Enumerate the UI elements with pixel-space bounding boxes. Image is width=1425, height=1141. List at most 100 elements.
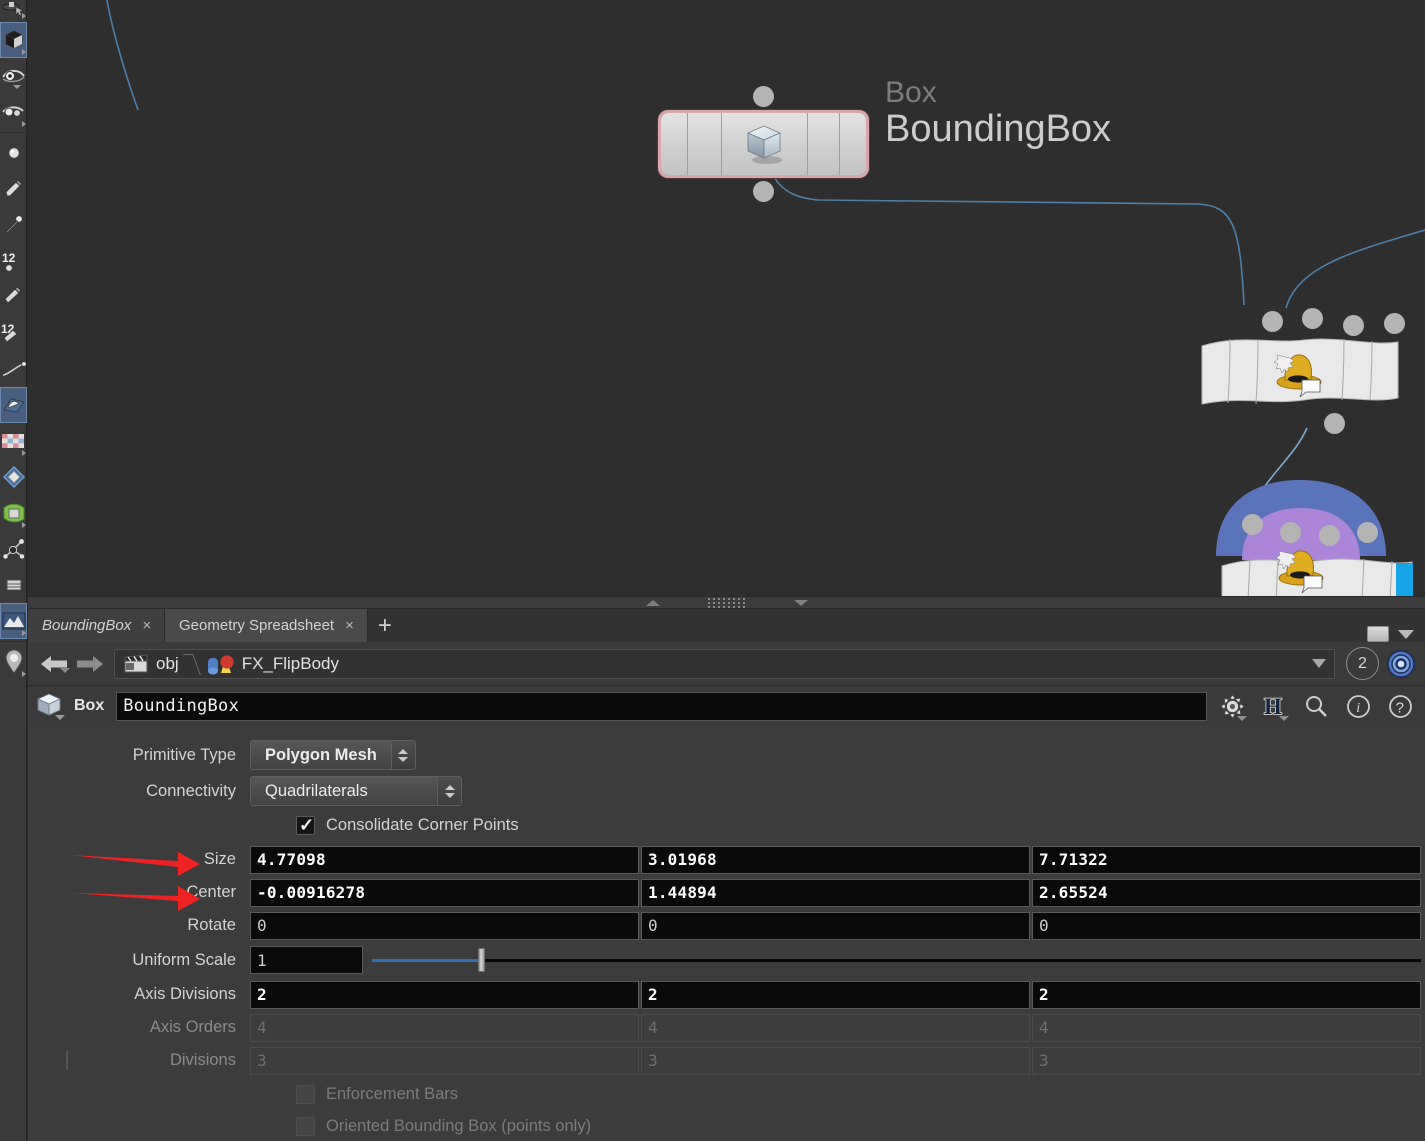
splitter-grip[interactable] <box>707 597 746 608</box>
shelf-tool-terrain[interactable] <box>0 603 27 639</box>
node-input-connector[interactable] <box>753 86 774 107</box>
shelf-tool-stack[interactable] <box>0 567 27 603</box>
add-tab-button[interactable]: + <box>368 609 402 642</box>
axis-orders-z-input: 4 <box>1032 1013 1421 1042</box>
node-input-connector[interactable] <box>1280 522 1301 543</box>
node-input-connector[interactable] <box>1343 315 1364 336</box>
wrangle-hat-icon <box>1274 542 1328 594</box>
uniform-scale-slider[interactable] <box>372 947 1421 973</box>
splitter-collapse-up-icon[interactable] <box>645 599 660 606</box>
connectivity-dropdown[interactable]: Quadrilaterals <box>250 776 462 806</box>
shelf-tool-number-12b[interactable]: 12 <box>0 315 27 351</box>
shelf-tool-view[interactable] <box>0 58 27 94</box>
shelf-tool-point[interactable] <box>0 135 27 171</box>
rotate-y-input[interactable]: 0 <box>641 911 1030 940</box>
size-z-input[interactable]: 7.71322 <box>1032 845 1421 874</box>
divisions-toggle[interactable] <box>66 1050 84 1070</box>
node-input-connector[interactable] <box>1262 311 1283 332</box>
axis-divisions-x-input[interactable]: 2 <box>250 980 639 1009</box>
pane-controls <box>1367 626 1425 642</box>
node-input-connector[interactable] <box>1357 522 1378 543</box>
info-icon[interactable]: i <box>1341 690 1375 722</box>
shelf-tool-geometry[interactable] <box>0 22 27 58</box>
param-row-connectivity: Connectivity Quadrilaterals <box>28 774 1425 808</box>
shelf-tool-select[interactable] <box>0 0 27 22</box>
close-icon[interactable]: × <box>142 617 151 634</box>
shelf-tool-particles[interactable] <box>0 531 27 567</box>
param-label: Oriented Bounding Box (points only) <box>326 1116 592 1135</box>
shelf-tool-view-alt[interactable] <box>0 94 27 130</box>
chevron-right-icon <box>22 671 26 677</box>
param-row-size: Size 4.77098 3.01968 7.71322 <box>28 844 1425 875</box>
gear-icon[interactable] <box>1215 690 1249 722</box>
maximize-pane-icon[interactable] <box>1367 626 1389 642</box>
node-input-connector[interactable] <box>1384 313 1405 334</box>
axis-orders-fields: 4 4 4 <box>250 1013 1425 1042</box>
axis-divisions-z-input[interactable]: 2 <box>1032 980 1421 1009</box>
wrangle-hat-icon <box>1272 346 1326 398</box>
clapperboard-icon <box>124 653 148 672</box>
box-cube-icon <box>36 692 66 720</box>
tab-geometry-spreadsheet[interactable]: Geometry Spreadsheet × <box>165 609 368 642</box>
search-icon[interactable] <box>1299 690 1333 722</box>
splitter-collapse-down-icon[interactable] <box>793 599 808 606</box>
back-arrow-icon[interactable] <box>36 653 72 675</box>
axis-divisions-y-input[interactable]: 2 <box>641 980 1030 1009</box>
node-input-connector[interactable] <box>1302 308 1323 329</box>
chevron-down-icon <box>13 85 21 92</box>
parameter-body: Primitive Type Polygon Mesh Connectivity… <box>28 726 1425 1141</box>
node-input-connector[interactable] <box>1242 514 1263 535</box>
node-name-input[interactable]: BoundingBox <box>116 691 1207 721</box>
node-wrangle-lower[interactable] <box>1200 470 1413 596</box>
primitive-type-dropdown[interactable]: Polygon Mesh <box>250 740 416 770</box>
pane-splitter[interactable] <box>28 596 1425 609</box>
shelf-tool-surface[interactable] <box>0 387 27 423</box>
path-field[interactable]: obj FX_FlipBody <box>114 648 1335 679</box>
node-output-connector[interactable] <box>753 181 774 202</box>
node-output-connector[interactable] <box>1324 413 1345 434</box>
pane-menu-chevron-down-icon[interactable] <box>1398 629 1414 639</box>
shelf-tool-curve[interactable] <box>0 351 27 387</box>
shelf-tool-pin[interactable] <box>0 644 27 680</box>
shelf-tool-texture[interactable] <box>0 423 27 459</box>
shelf-tool-deform[interactable] <box>0 495 27 531</box>
param-row-uniform-scale: Uniform Scale 1 <box>28 943 1425 977</box>
size-x-input[interactable]: 4.77098 <box>250 845 639 874</box>
network-editor[interactable]: Box BoundingBox <box>28 0 1425 596</box>
param-row-center: Center -0.00916278 1.44894 2.65524 <box>28 877 1425 908</box>
spinner-icon[interactable] <box>437 777 461 805</box>
tab-boundingbox[interactable]: BoundingBox × <box>28 609 166 642</box>
consolidate-corner-points-checkbox[interactable]: ✓ <box>296 815 315 835</box>
close-icon[interactable]: × <box>345 617 354 634</box>
spinner-icon[interactable] <box>390 741 415 769</box>
shelf-tool-paint[interactable] <box>0 171 27 207</box>
slider-handle[interactable] <box>477 948 485 972</box>
rotate-z-input[interactable]: 0 <box>1032 911 1421 940</box>
help-icon[interactable]: ? <box>1383 690 1417 722</box>
tab-label: BoundingBox <box>42 617 132 634</box>
size-y-input[interactable]: 3.01968 <box>641 845 1030 874</box>
node-boundingbox[interactable] <box>661 86 866 202</box>
tab-label: Geometry Spreadsheet <box>179 617 335 634</box>
shelf-tool-scatter[interactable] <box>0 279 27 315</box>
center-z-input[interactable]: 2.65524 <box>1032 878 1421 907</box>
breadcrumb-fx-flipbody[interactable]: FX_FlipBody <box>201 653 343 675</box>
rotate-x-input[interactable]: 0 <box>250 911 639 940</box>
breadcrumb-obj[interactable]: obj <box>119 654 183 674</box>
shelf-tool-brush[interactable] <box>0 207 27 243</box>
path-dropdown-chevron-down-icon[interactable] <box>1308 659 1330 668</box>
node-boundingbox-label: Box BoundingBox <box>885 78 1111 152</box>
node-wrangle-upper[interactable] <box>1200 308 1405 434</box>
forward-arrow-icon[interactable] <box>72 653 108 675</box>
uniform-scale-input[interactable]: 1 <box>250 946 363 974</box>
slider-fill <box>372 958 483 962</box>
chevron-right-icon <box>22 121 26 127</box>
pin-target-icon[interactable] <box>1385 648 1417 680</box>
pane-number-badge[interactable]: 2 <box>1346 647 1379 680</box>
center-y-input[interactable]: 1.44894 <box>641 878 1030 907</box>
houdini-h-icon[interactable]: H <box>1257 690 1291 722</box>
center-x-input[interactable]: -0.00916278 <box>250 878 639 907</box>
node-input-connector[interactable] <box>1319 525 1340 546</box>
shelf-tool-number-12a[interactable]: 12 <box>0 243 27 279</box>
shelf-tool-diamond[interactable] <box>0 459 27 495</box>
